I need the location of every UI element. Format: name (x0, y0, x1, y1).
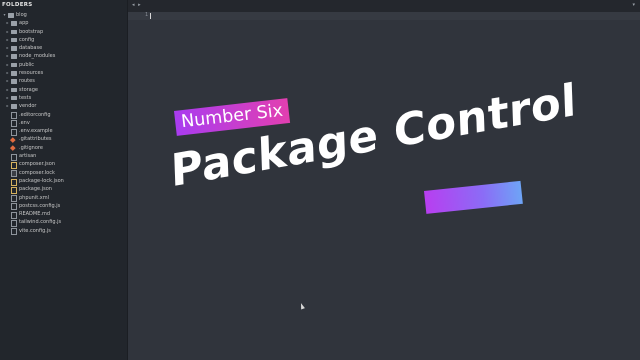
folder-icon (11, 95, 17, 101)
folder-item[interactable]: ▸ routes (0, 77, 127, 85)
file-item[interactable]: composer.json (0, 160, 127, 169)
tree-item-label: routes (19, 78, 35, 85)
chevron-right-icon[interactable]: ▸ (5, 94, 10, 102)
folder-item[interactable]: ▸ app (0, 19, 127, 27)
folder-icon (8, 13, 14, 18)
folder-item[interactable]: ▸ database (0, 44, 127, 52)
folder-icon (11, 37, 17, 43)
file-item[interactable]: .env (0, 119, 127, 128)
file-item[interactable]: phpunit.xml (0, 194, 127, 203)
folder-icon (11, 21, 17, 26)
text-cursor (150, 13, 151, 19)
folder-item[interactable]: ▸ config (0, 36, 127, 44)
chevron-right-icon[interactable]: ▸ (5, 69, 10, 77)
chevron-right-icon[interactable]: ▸ (5, 19, 10, 27)
file-tree: ▾ blog ▸ app ▸ bootstrap ▸ config ▸ database ▸ node… (0, 11, 127, 236)
tree-item-label: .editorconfig (19, 111, 51, 118)
folder-icon (11, 46, 17, 51)
sidebar: FOLDERS ▾ blog ▸ app ▸ bootstrap ▸ config ▸ datab… (0, 0, 128, 360)
tree-item-label: database (19, 45, 43, 52)
file-item[interactable]: artisan (0, 152, 127, 161)
folder-item[interactable]: ▸ vendor (0, 102, 127, 110)
folder-icon (11, 62, 17, 68)
tree-item-label: app (19, 20, 29, 27)
git-file-icon (10, 137, 16, 143)
folder-icon (11, 29, 17, 35)
line-number: 1 (144, 12, 148, 18)
chevron-right-icon[interactable]: ▸ (5, 44, 10, 52)
folder-icon (11, 79, 17, 84)
tree-item-label: config (19, 36, 35, 43)
chevron-right-icon[interactable]: ▸ (5, 102, 10, 110)
tab-overflow-icon[interactable]: ▾ (632, 2, 635, 8)
tree-item-label: phpunit.xml (19, 194, 50, 201)
chevron-right-icon[interactable]: ▸ (5, 28, 10, 36)
tree-item-label: storage (19, 86, 38, 93)
chevron-down-icon[interactable]: ▾ (2, 11, 7, 19)
tree-item-label: public (19, 61, 35, 68)
file-item[interactable]: tailwind.config.js (0, 218, 127, 228)
file-item[interactable]: .env.example (0, 127, 127, 136)
folder-icon (11, 71, 17, 76)
folder-item[interactable]: ▸ bootstrap (0, 28, 127, 36)
tree-item-label: .env (19, 119, 30, 126)
git-file-icon (10, 145, 16, 151)
file-item[interactable]: composer.lock (0, 169, 127, 178)
tree-item-label: resources (19, 70, 44, 77)
file-item[interactable]: package-lock.json (0, 177, 127, 186)
tree-item-label: package-lock.json (19, 177, 64, 184)
tree-item-label: .env.example (19, 128, 53, 135)
tree-item-label: tailwind.config.js (19, 219, 62, 226)
tree-item-label: blog (16, 12, 27, 18)
file-item[interactable]: .gitattributes (0, 135, 127, 143)
tree-item-label: vite.config.js (19, 227, 51, 234)
tab-bar: ◂ ▸ ▾ (128, 0, 640, 12)
tree-item-label: .gitattributes (19, 136, 52, 143)
chevron-right-icon[interactable]: ▸ (5, 61, 10, 69)
tree-item-label: vendor (19, 103, 37, 110)
folder-icon (11, 87, 17, 93)
folder-item[interactable]: ▸ node_modules (0, 52, 127, 60)
file-icon (11, 228, 17, 236)
folder-icon (11, 54, 17, 59)
chevron-right-icon[interactable]: ▸ (5, 77, 10, 85)
file-item[interactable]: .gitignore (0, 144, 127, 152)
tree-item-label: composer.lock (19, 169, 55, 176)
tree-item-label: postcss.config.js (19, 202, 61, 209)
current-line-highlight (128, 12, 640, 20)
file-item[interactable]: .editorconfig (0, 111, 127, 120)
folder-item[interactable]: ▸ resources (0, 69, 127, 77)
folder-item[interactable]: ▸ public (0, 61, 127, 69)
chevron-right-icon[interactable]: ▸ (5, 36, 10, 44)
tree-item-label: composer.json (19, 161, 56, 168)
tree-item-label: package.json (19, 186, 52, 193)
folder-item[interactable]: ▸ tests (0, 94, 127, 102)
file-item[interactable]: package.json (0, 185, 127, 194)
tree-item-label: tests (19, 94, 32, 101)
folder-item[interactable]: ▾ blog (0, 11, 127, 19)
tree-item-label: artisan (19, 153, 37, 160)
chevron-right-icon[interactable]: ▸ (5, 86, 10, 94)
file-item[interactable]: postcss.config.js (0, 202, 127, 211)
folders-header: FOLDERS (2, 2, 33, 8)
file-item[interactable]: vite.config.js (0, 227, 127, 236)
folder-item[interactable]: ▸ storage (0, 86, 127, 94)
file-item[interactable]: README.md (0, 210, 127, 219)
tree-item-label: README.md (19, 211, 51, 218)
folder-icon (11, 104, 17, 109)
chevron-right-icon[interactable]: ▸ (5, 52, 10, 60)
tree-item-label: .gitignore (19, 144, 43, 151)
nav-arrows-icon[interactable]: ◂ ▸ (132, 2, 142, 8)
tree-item-label: node_modules (19, 53, 56, 60)
tree-item-label: bootstrap (19, 28, 44, 35)
